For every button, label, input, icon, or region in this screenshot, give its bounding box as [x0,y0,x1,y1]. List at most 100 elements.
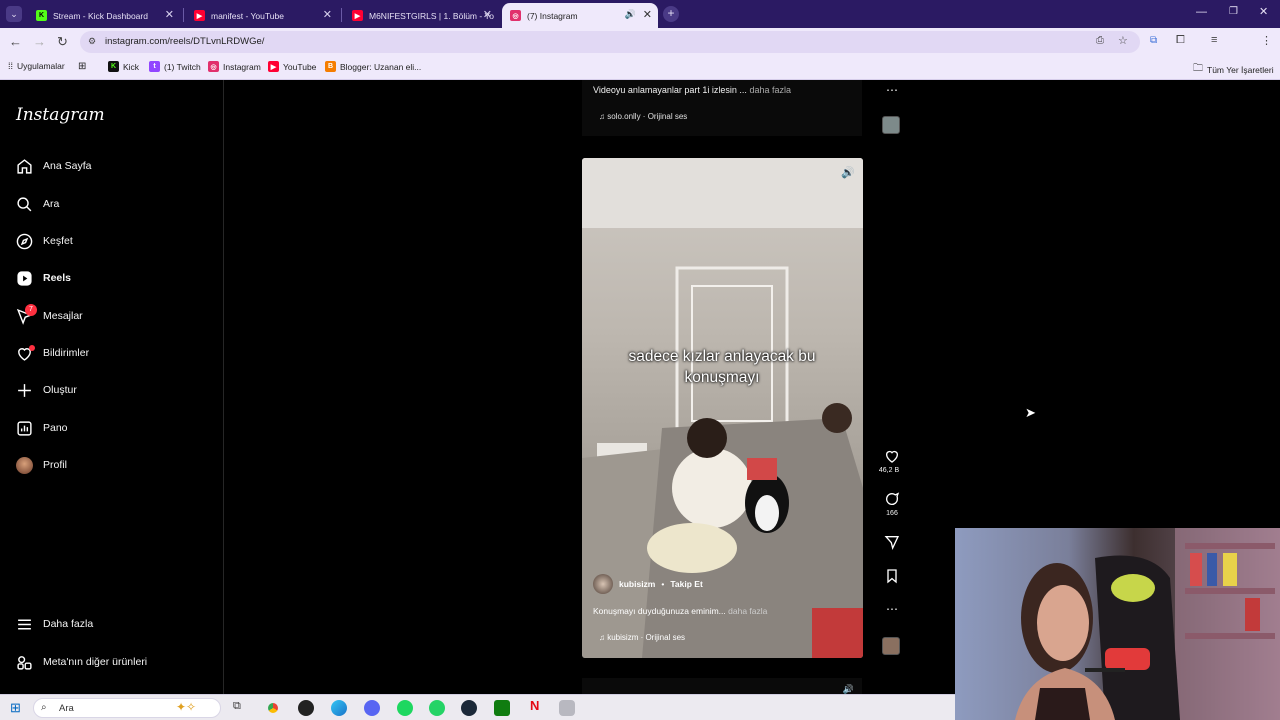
sidebar-item-label: Daha fazla [43,618,94,630]
close-window-button[interactable]: ✕ [1259,5,1268,18]
previous-reel-audio[interactable]: ♫ solo.onlly · Orijinal ses [599,112,687,121]
sidebar-item-search[interactable]: Ara [16,193,59,215]
xbox-icon[interactable] [494,700,510,716]
extensions-icon[interactable]: ⧠ [1176,34,1185,47]
install-icon[interactable]: ⎙ [1096,35,1104,46]
app-icon[interactable] [559,700,575,716]
previous-reel[interactable]: Videoyu anlamayanlar part 1i izlesin ...… [582,80,862,136]
tab-youtube-episode[interactable]: ▶ M6NIFESTGIRLS | 1. Bölüm - Yo ✕ [344,3,498,28]
task-view-icon[interactable]: ⧉ [233,700,241,713]
tab-kick-dashboard[interactable]: K Stream - Kick Dashboard ✕ [28,3,180,28]
like-button[interactable]: 46,2 B [879,448,901,474]
speaker-icon[interactable]: 🔊 [625,9,636,20]
chrome-icon[interactable] [265,700,281,716]
windows-start-icon[interactable]: ⊞ [10,700,21,716]
youtube-icon: ▶ [352,10,363,21]
back-icon[interactable]: ← [9,34,22,49]
sidebar-item-label: Ana Sayfa [43,160,92,172]
sidebar-item-dashboard[interactable]: Pano [16,417,68,439]
steam-icon[interactable] [461,700,477,716]
bookmark-youtube[interactable]: ▶ YouTube [268,61,316,72]
author-username[interactable]: kubisizm [619,579,655,589]
instagram-icon: ◎ [208,61,219,72]
media-controls-icon[interactable]: ≡ [1211,34,1217,46]
sidebar-item-create[interactable]: Oluştur [16,379,77,401]
minimize-button[interactable]: — [1196,6,1207,18]
comment-count: 166 [886,510,898,517]
plus-icon [18,383,31,397]
url-field[interactable]: ⚙ instagram.com/reels/DTLvnLRDWGe/ ⎙ ☆ [80,31,1140,53]
menu-icon[interactable]: ⋮ [1261,34,1272,47]
sidebar-item-label: Ara [43,198,60,210]
forward-icon[interactable]: → [33,34,46,49]
bookmark-label: Instagram [223,61,261,72]
reel-author-row: kubisizm • Takip Et [593,574,703,594]
bookmark-label: Tüm Yer İşaretleri [1207,64,1274,75]
kick-icon: K [108,61,119,72]
whatsapp-icon[interactable] [429,700,445,716]
author-avatar[interactable] [593,574,613,594]
previous-more-options[interactable]: ⋯ [883,83,901,97]
home-icon [17,158,32,174]
youtube-icon: ▶ [268,61,279,72]
tab-title: Stream - Kick Dashboard [53,10,148,21]
tab-title: M6NIFESTGIRLS | 1. Bölüm - Yo [369,10,495,21]
sidebar-item-messages[interactable]: 7 Mesajlar [16,303,83,327]
bookmark-grid[interactable]: ⊞ [78,61,86,72]
taskbar-search[interactable]: ⌕ Ara ✦✧ [33,698,221,718]
sidebar-item-notifications[interactable]: Bildirimler [16,342,89,364]
instagram-logo[interactable]: Instagram [16,105,105,125]
mute-toggle-icon[interactable]: 🔊 [841,166,855,179]
edge-icon[interactable] [331,700,347,716]
sidebar-item-profile[interactable]: Profil [16,454,67,476]
spotify-icon[interactable] [397,700,413,716]
all-bookmarks[interactable]: 🗀 Tüm Yer İşaretleri [1193,61,1274,78]
close-icon[interactable]: ✕ [483,8,492,21]
obs-icon[interactable] [298,700,314,716]
follow-button[interactable]: Takip Et [670,579,702,589]
more-link[interactable]: daha fazla [728,606,767,616]
like-count: 46,2 B [878,467,900,474]
bookmark-kick[interactable]: K Kick [108,61,139,72]
more-link[interactable]: daha fazla [749,85,791,95]
copilot-sparkle-icon: ✦✧ [176,700,197,714]
sidebar-item-explore[interactable]: Keşfet [16,230,73,252]
tab-instagram[interactable]: ◎ (7) Instagram 🔊 ✕ [502,3,658,28]
sidebar-item-home[interactable]: Ana Sayfa [16,155,91,177]
bookmark-apps[interactable]: ⁞⁞ Uygulamalar [8,61,65,71]
bookmark-instagram[interactable]: ◎ Instagram [208,61,261,72]
avatar [16,456,33,474]
sidebar-item-more[interactable]: Daha fazla [16,613,93,635]
share-button[interactable] [883,534,901,553]
compass-icon [16,233,33,249]
sidebar-item-meta[interactable]: Meta'nın diğer ürünleri [16,651,147,673]
close-icon[interactable]: ✕ [165,8,174,21]
sidebar-item-reels[interactable]: Reels [16,267,71,289]
netflix-icon[interactable]: N [530,698,539,713]
reel-audio[interactable]: ♫ kubisizm · Orijinal ses [599,633,685,642]
bookmark-twitch[interactable]: t (1) Twitch [149,61,201,72]
close-icon[interactable]: ✕ [323,8,332,21]
blogger-icon: B [325,61,336,72]
reel-video[interactable]: 🔊 sadece kızlar anlayacak bu konuşmayı k… [582,158,863,658]
tab-search-button[interactable]: ⌄ [6,6,22,22]
more-options-button[interactable]: ⋯ [883,602,901,616]
close-icon[interactable]: ✕ [643,8,652,21]
discord-icon[interactable] [364,700,380,716]
save-button[interactable] [883,568,901,587]
previous-audio-thumbnail[interactable] [882,116,900,134]
translate-icon[interactable]: ⧉ [1150,35,1157,46]
send-icon [884,536,900,550]
sidebar-item-label: Bildirimler [43,347,90,359]
windows-taskbar: ⊞ ⌕ Ara ✦✧ ⧉ N [0,694,955,720]
comment-button[interactable]: 166 [883,491,901,517]
new-tab-button[interactable]: + [663,6,679,22]
tab-youtube-manifest[interactable]: ▶ manifest - YouTube ✕ [186,3,338,28]
audio-thumbnail[interactable] [882,637,900,655]
star-icon[interactable]: ☆ [1118,34,1128,47]
message-count-badge: 7 [25,303,37,316]
reload-icon[interactable]: ↻ [57,34,68,50]
bookmark-blogger[interactable]: B Blogger: Uzanan eli... [325,61,421,72]
site-info-icon[interactable]: ⚙ [88,36,96,47]
restore-button[interactable]: ❐ [1229,6,1238,17]
